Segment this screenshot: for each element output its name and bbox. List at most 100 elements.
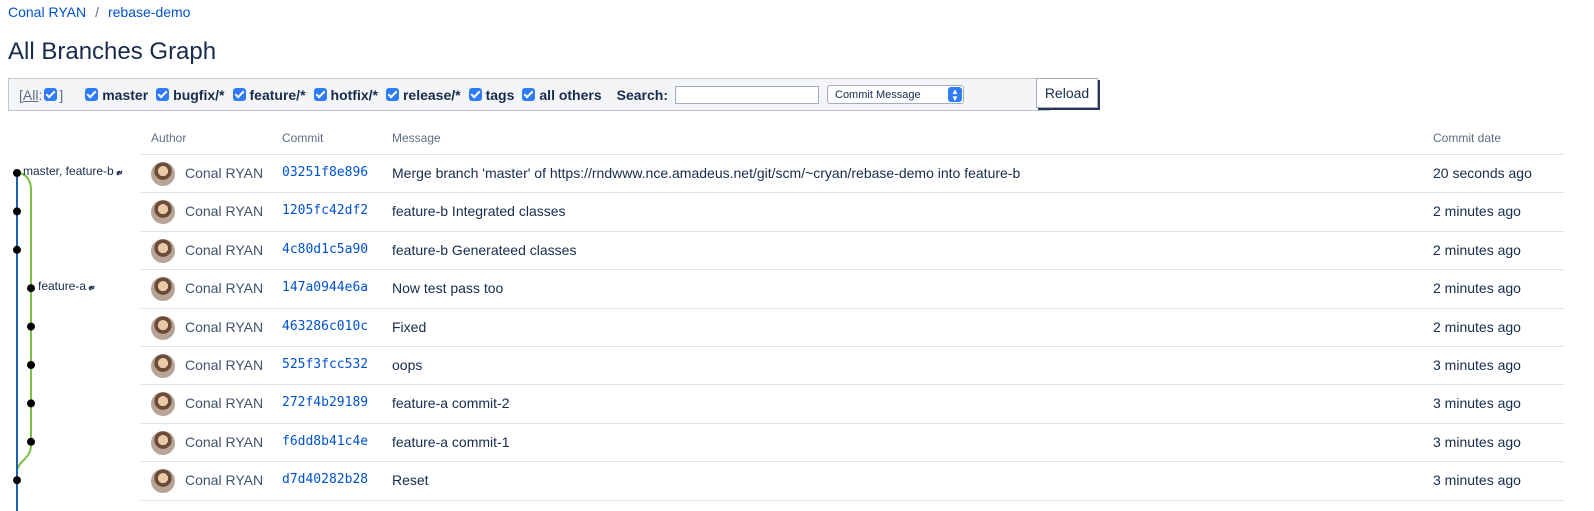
table-row: Conal RYAN 272f4b29189 feature-a commit-2 3… — [0, 385, 1594, 423]
avatar[interactable] — [151, 238, 175, 263]
branch-filter-bar: [ All : ] master bugfix/* feature/* hotf… — [8, 78, 1050, 111]
all-filter-link[interactable]: All — [23, 87, 39, 103]
commit-hash-link[interactable]: 03251f8e896 — [282, 165, 368, 180]
commit-node[interactable] — [27, 399, 35, 408]
breadcrumb-repo-link[interactable]: rebase-demo — [108, 4, 191, 20]
table-row: Conal RYAN d7d40282b28 Reset 3 minutes ago — [0, 462, 1594, 500]
commit-message: Now test pass too — [392, 280, 504, 297]
hotfix-checkbox[interactable] — [313, 88, 327, 101]
commit-message: Merge branch 'master' of https://rndwww.… — [392, 165, 1021, 181]
avatar[interactable] — [151, 162, 175, 186]
commit-hash-link[interactable]: 147a0944e6a — [282, 280, 368, 295]
all-filter: [ All : ] — [19, 87, 63, 103]
commit-message: feature-b Generateed classes — [392, 241, 577, 258]
commit-hash-link[interactable]: 1205fc42df2 — [282, 203, 368, 218]
commit-message: Reset — [392, 472, 429, 489]
avatar[interactable] — [151, 315, 175, 340]
author-name[interactable]: Conal RYAN — [185, 203, 263, 219]
tag-icon: 𝓋 — [88, 279, 94, 294]
filter-tags[interactable]: tags — [468, 86, 515, 103]
table-row: Conal RYAN 03251f8e896 Merge branch 'maste… — [0, 155, 1594, 193]
author-name[interactable]: Conal RYAN — [185, 395, 263, 411]
message-column-header: Message — [392, 131, 441, 145]
commit-node[interactable] — [13, 476, 21, 485]
table-row: Conal RYAN 1205fc42df2 feature-b Integrate… — [0, 193, 1594, 231]
commit-hash-link[interactable]: 463286c010c — [282, 319, 368, 334]
search-label: Search: — [616, 86, 668, 103]
avatar[interactable] — [151, 354, 175, 378]
commit-message: feature-b Integrated classes — [392, 203, 566, 220]
commit-node[interactable] — [13, 245, 21, 254]
commit-hash-link[interactable]: f6dd8b41c4e — [282, 434, 368, 449]
table-row: Conal RYAN f6dd8b41c4e feature-a commit-1 3… — [0, 424, 1594, 462]
commit-date: 3 minutes ago — [1433, 433, 1521, 450]
date-column-header: Commit date — [1433, 131, 1502, 145]
commit-node[interactable] — [13, 207, 21, 216]
author-name[interactable]: Conal RYAN — [185, 357, 263, 373]
commit-hash-link[interactable]: 525f3fcc532 — [282, 357, 368, 372]
search-type-value: Commit Message — [835, 89, 921, 101]
filter-label: tags — [485, 86, 515, 103]
filter-label: feature/* — [249, 86, 306, 103]
filter-master[interactable]: master — [85, 87, 148, 103]
filter-bugfix[interactable]: bugfix/* — [156, 87, 225, 103]
filter-label: release/* — [402, 86, 461, 103]
tag-icon: 𝓋 — [115, 164, 122, 178]
branch-label: feature-a 𝓋 — [38, 279, 94, 294]
author-name[interactable]: Conal RYAN — [185, 472, 263, 488]
avatar[interactable] — [151, 200, 175, 225]
author-name[interactable]: Conal RYAN — [185, 319, 263, 335]
filter-label: all others — [539, 86, 602, 103]
reload-button[interactable]: Reload — [1036, 78, 1098, 108]
table-header: Author Commit Message Commit date — [0, 131, 1594, 155]
commit-node[interactable] — [27, 284, 35, 293]
filter-label: hotfix/* — [330, 86, 378, 103]
author-column-header: Author — [151, 131, 187, 145]
branch-label-text: feature-a — [38, 279, 87, 294]
commit-node[interactable] — [27, 437, 35, 446]
all-others-checkbox[interactable] — [522, 88, 536, 101]
author-name[interactable]: Conal RYAN — [185, 280, 263, 296]
feature-checkbox[interactable] — [232, 88, 246, 101]
commit-date: 20 seconds ago — [1433, 165, 1532, 181]
filter-all-others[interactable]: all others — [522, 86, 602, 103]
search-input[interactable] — [675, 85, 819, 104]
avatar[interactable] — [151, 277, 175, 302]
bugfix-checkbox[interactable] — [156, 88, 170, 101]
branch-label: master, feature-b 𝓋 — [23, 164, 122, 179]
page-title: All Branches Graph — [8, 38, 217, 65]
commit-hash-link[interactable]: 4c80d1c5a90 — [282, 242, 368, 257]
filter-release[interactable]: release/* — [385, 86, 461, 103]
all-colon: : — [38, 86, 43, 103]
all-checkbox[interactable] — [44, 88, 58, 101]
commit-hash-link[interactable]: 272f4b29189 — [282, 395, 368, 410]
commit-message: oops — [392, 357, 423, 373]
avatar[interactable] — [151, 392, 175, 417]
row-divider — [141, 499, 1564, 501]
commit-node[interactable] — [13, 169, 21, 177]
commit-message: Fixed — [392, 318, 427, 335]
avatar[interactable] — [151, 430, 175, 455]
release-checkbox[interactable] — [385, 88, 399, 101]
master-checkbox[interactable] — [85, 88, 99, 101]
breadcrumb-separator: / — [95, 4, 99, 20]
commit-node[interactable] — [27, 322, 35, 331]
commit-node[interactable] — [27, 361, 35, 369]
commit-date: 2 minutes ago — [1433, 280, 1521, 297]
commit-date: 2 minutes ago — [1433, 203, 1521, 220]
filter-feature[interactable]: feature/* — [232, 86, 306, 103]
all-close-bracket: ] — [59, 86, 64, 103]
search-type-select[interactable]: Commit Message ▲ ▼ — [827, 85, 964, 104]
commit-date: 2 minutes ago — [1433, 318, 1521, 335]
breadcrumb-owner-link[interactable]: Conal RYAN — [8, 4, 86, 20]
commit-date: 3 minutes ago — [1433, 472, 1521, 489]
author-name[interactable]: Conal RYAN — [185, 165, 263, 181]
filter-hotfix[interactable]: hotfix/* — [313, 86, 378, 103]
commit-hash-link[interactable]: d7d40282b28 — [282, 472, 368, 487]
avatar[interactable] — [151, 469, 175, 494]
author-name[interactable]: Conal RYAN — [185, 434, 263, 450]
select-arrows-icon: ▲ ▼ — [948, 87, 962, 103]
tags-checkbox[interactable] — [468, 88, 482, 101]
table-row: Conal RYAN 463286c010c Fixed 2 minutes ago — [0, 309, 1594, 347]
author-name[interactable]: Conal RYAN — [185, 242, 263, 258]
